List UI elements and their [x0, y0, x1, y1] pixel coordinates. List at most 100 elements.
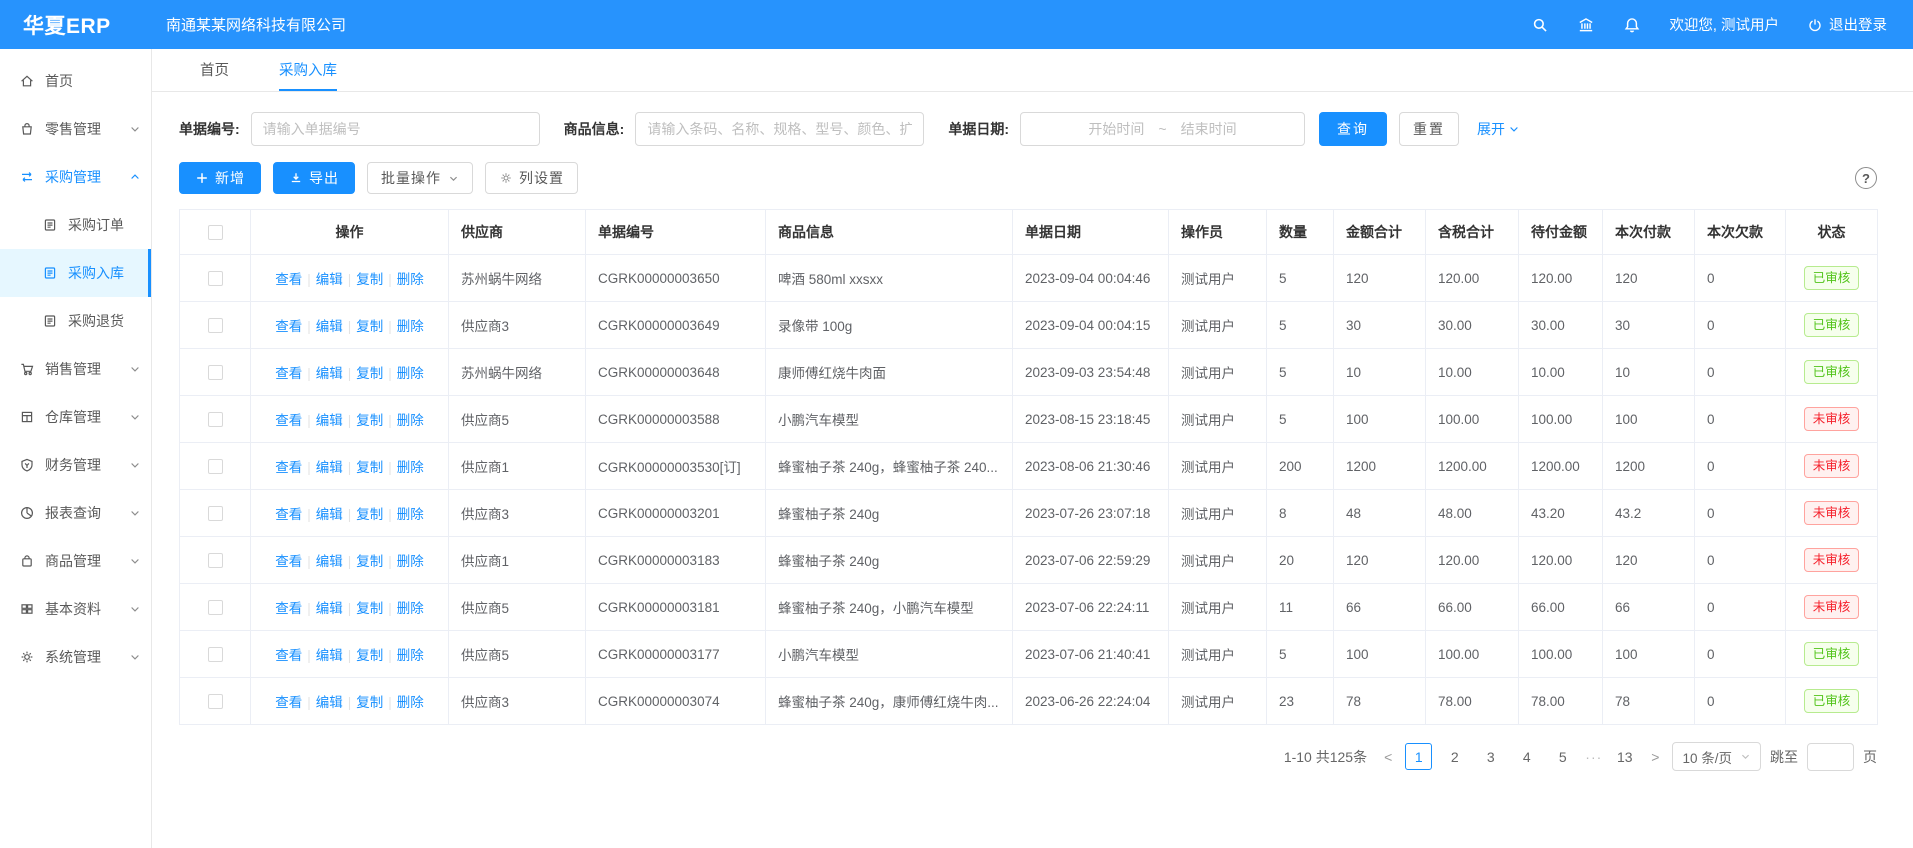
row-action-edit[interactable]: 编辑 [316, 413, 343, 428]
row-action-delete[interactable]: 删除 [397, 648, 424, 663]
row-action-copy[interactable]: 复制 [356, 695, 383, 710]
row-action-edit[interactable]: 编辑 [316, 460, 343, 475]
row-checkbox[interactable] [208, 694, 223, 709]
row-action-edit[interactable]: 编辑 [316, 648, 343, 663]
page-button-13[interactable]: 13 [1611, 743, 1638, 770]
page-button-5[interactable]: 5 [1549, 743, 1576, 770]
row-action-delete[interactable]: 删除 [397, 272, 424, 287]
sidebar-item-system[interactable]: 系统管理 [0, 633, 151, 681]
jump-page-input[interactable] [1807, 743, 1854, 771]
row-action-edit[interactable]: 编辑 [316, 695, 343, 710]
row-action-copy[interactable]: 复制 [356, 460, 383, 475]
row-action-view[interactable]: 查看 [275, 460, 302, 475]
page-button-3[interactable]: 3 [1477, 743, 1504, 770]
row-checkbox[interactable] [208, 459, 223, 474]
reset-button[interactable]: 重置 [1399, 112, 1459, 146]
add-button[interactable]: 新增 [179, 162, 261, 194]
row-action-delete[interactable]: 删除 [397, 554, 424, 569]
tab-home[interactable]: 首页 [200, 49, 229, 91]
page-size-select[interactable]: 10 条/页 [1672, 742, 1761, 771]
download-icon [289, 171, 303, 185]
date-range-picker[interactable]: 开始时间 ~ 结束时间 [1020, 112, 1305, 146]
cell-supplier: 供应商1 [449, 443, 586, 490]
notification-bell-icon[interactable] [1623, 16, 1641, 34]
sidebar-item-sales[interactable]: 销售管理 [0, 345, 151, 393]
row-action-edit[interactable]: 编辑 [316, 272, 343, 287]
column-settings-button[interactable]: 列设置 [485, 162, 578, 194]
next-page-button[interactable]: > [1647, 749, 1663, 765]
row-action-delete[interactable]: 删除 [397, 507, 424, 522]
row-checkbox[interactable] [208, 647, 223, 662]
row-action-edit[interactable]: 编辑 [316, 319, 343, 334]
row-action-copy[interactable]: 复制 [356, 319, 383, 334]
sidebar-item-basic[interactable]: 基本资料 [0, 585, 151, 633]
page-button-4[interactable]: 4 [1513, 743, 1540, 770]
row-action-edit[interactable]: 编辑 [316, 366, 343, 381]
row-action-view[interactable]: 查看 [275, 413, 302, 428]
row-action-copy[interactable]: 复制 [356, 554, 383, 569]
sidebar-item-purchase[interactable]: 采购管理 [0, 153, 151, 201]
row-action-delete[interactable]: 删除 [397, 460, 424, 475]
row-checkbox[interactable] [208, 553, 223, 568]
row-action-copy[interactable]: 复制 [356, 601, 383, 616]
cell-qty: 20 [1267, 537, 1334, 584]
row-action-delete[interactable]: 删除 [397, 366, 424, 381]
row-action-edit[interactable]: 编辑 [316, 507, 343, 522]
tab-purchase-in[interactable]: 采购入库 [279, 49, 337, 91]
row-checkbox[interactable] [208, 318, 223, 333]
row-action-delete[interactable]: 删除 [397, 601, 424, 616]
row-action-copy[interactable]: 复制 [356, 507, 383, 522]
row-action-view[interactable]: 查看 [275, 272, 302, 287]
expand-filters-link[interactable]: 展开 [1477, 119, 1520, 139]
row-action-delete[interactable]: 删除 [397, 319, 424, 334]
sidebar-item-purchase-return[interactable]: 采购退货 [0, 297, 151, 345]
page-button-2[interactable]: 2 [1441, 743, 1468, 770]
prev-page-button[interactable]: < [1380, 749, 1396, 765]
page-button-1[interactable]: 1 [1405, 743, 1432, 770]
row-action-view[interactable]: 查看 [275, 554, 302, 569]
row-checkbox[interactable] [208, 600, 223, 615]
row-action-delete[interactable]: 删除 [397, 695, 424, 710]
product-info-input[interactable] [635, 112, 924, 146]
row-checkbox[interactable] [208, 412, 223, 427]
sidebar-item-purchase-in[interactable]: 采购入库 [0, 249, 151, 297]
row-action-copy[interactable]: 复制 [356, 272, 383, 287]
row-action-view[interactable]: 查看 [275, 507, 302, 522]
sidebar-item-reports[interactable]: 报表查询 [0, 489, 151, 537]
row-checkbox[interactable] [208, 271, 223, 286]
search-button[interactable]: 查询 [1319, 112, 1387, 146]
platform-icon[interactable] [1577, 16, 1595, 34]
row-action-view[interactable]: 查看 [275, 366, 302, 381]
row-checkbox[interactable] [208, 365, 223, 380]
row-action-copy[interactable]: 复制 [356, 413, 383, 428]
row-action-view[interactable]: 查看 [275, 648, 302, 663]
bill-no-input[interactable] [251, 112, 540, 146]
export-button[interactable]: 导出 [273, 162, 355, 194]
sidebar-item-warehouse[interactable]: 仓库管理 [0, 393, 151, 441]
row-action-delete[interactable]: 删除 [397, 413, 424, 428]
logout-button[interactable]: 退出登录 [1807, 14, 1887, 35]
row-action-copy[interactable]: 复制 [356, 366, 383, 381]
column-header: 金额合计 [1334, 210, 1426, 255]
row-action-view[interactable]: 查看 [275, 601, 302, 616]
row-checkbox[interactable] [208, 506, 223, 521]
select-all-checkbox[interactable] [208, 225, 223, 240]
cell-qty: 23 [1267, 678, 1334, 725]
sidebar-item-retail[interactable]: 零售管理 [0, 105, 151, 153]
row-action-edit[interactable]: 编辑 [316, 554, 343, 569]
row-action-view[interactable]: 查看 [275, 319, 302, 334]
help-icon[interactable]: ? [1855, 167, 1877, 189]
row-action-edit[interactable]: 编辑 [316, 601, 343, 616]
cell-tax-total: 100.00 [1426, 631, 1519, 678]
sidebar-item-purchase-order[interactable]: 采购订单 [0, 201, 151, 249]
sidebar-item-finance[interactable]: 财务管理 [0, 441, 151, 489]
sidebar-item-home[interactable]: 首页 [0, 57, 151, 105]
status-badge: 未审核 [1804, 407, 1860, 430]
sidebar-item-label: 采购订单 [68, 215, 124, 235]
table-row: 查看|编辑|复制|删除苏州蜗牛网络CGRK00000003650啤酒 580ml… [180, 255, 1878, 302]
row-action-view[interactable]: 查看 [275, 695, 302, 710]
search-icon[interactable] [1531, 16, 1549, 34]
row-action-copy[interactable]: 复制 [356, 648, 383, 663]
batch-actions-button[interactable]: 批量操作 [367, 162, 473, 194]
sidebar-item-goods[interactable]: 商品管理 [0, 537, 151, 585]
